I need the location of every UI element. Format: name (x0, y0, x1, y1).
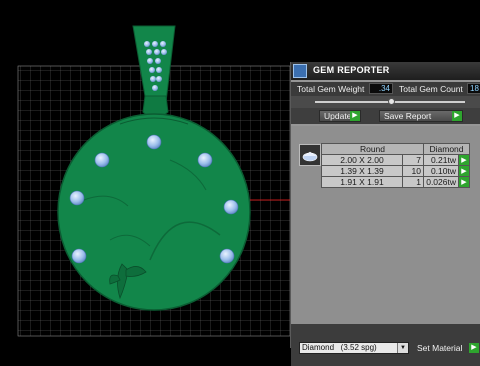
play-arrow-icon[interactable]: ▶ (458, 154, 470, 166)
update-button[interactable]: Update ▶ (319, 110, 361, 122)
viewport-canvas[interactable] (0, 0, 290, 360)
gem-table-header: Round Diamond (321, 143, 470, 155)
gem-list-area: Round Diamond 2.00 X 2.00 7 0.21tw ▶ 1.3… (291, 126, 480, 324)
gem-weight: 0.026tw (423, 176, 459, 188)
material-select-value: Diamond (3.52 spg) (302, 343, 377, 352)
total-gem-weight-value: .34 (369, 83, 393, 94)
totals-row: Total Gem Weight .34 Total Gem Count 18 (291, 82, 480, 96)
total-gem-weight-label: Total Gem Weight (297, 84, 365, 94)
total-gem-count-value: 18 (467, 83, 480, 94)
gem-count: 10 (402, 165, 424, 177)
gem-reporter-icon (293, 64, 307, 78)
play-arrow-icon[interactable]: ▶ (458, 165, 470, 177)
column-header-material: Diamond (423, 143, 470, 155)
gem-size: 1.39 X 1.39 (321, 165, 403, 177)
play-arrow-icon[interactable]: ▶ (458, 176, 470, 188)
button-row: Update ▶ Save Report ▶ (291, 108, 480, 124)
panel-title: GEM REPORTER (313, 65, 390, 75)
gem-reporter-panel: GEM REPORTER Total Gem Weight .34 Total … (290, 62, 480, 366)
save-report-button-label: Save Report (384, 111, 432, 121)
set-material-button-label: Set Material (417, 343, 463, 353)
panel-titlebar[interactable]: GEM REPORTER (291, 62, 480, 80)
update-button-label: Update (324, 111, 352, 121)
set-material-button[interactable]: Set Material ▶ (415, 342, 479, 354)
size-slider[interactable] (291, 96, 480, 108)
gem-weight: 0.10tw (423, 165, 459, 177)
3d-viewport[interactable] (0, 0, 290, 360)
total-gem-count-label: Total Gem Count (399, 84, 463, 94)
column-header-shape: Round (321, 143, 424, 155)
gem-count: 7 (402, 154, 424, 166)
slider-knob[interactable] (388, 98, 395, 105)
diamond-thumbnail-icon[interactable] (299, 144, 321, 166)
chevron-down-icon[interactable]: ▼ (397, 343, 408, 353)
gem-size: 2.00 X 2.00 (321, 154, 403, 166)
save-report-button[interactable]: Save Report ▶ (379, 110, 463, 122)
gem-count: 1 (402, 176, 424, 188)
gem-size: 1.91 X 1.91 (321, 176, 403, 188)
panel-body: Total Gem Weight .34 Total Gem Count 18 … (291, 80, 480, 366)
play-arrow-icon: ▶ (452, 111, 462, 121)
gem-table: Round Diamond 2.00 X 2.00 7 0.21tw ▶ 1.3… (321, 143, 470, 188)
play-arrow-icon: ▶ (469, 343, 479, 353)
play-arrow-icon: ▶ (350, 111, 360, 121)
gem-weight: 0.21tw (423, 154, 459, 166)
table-row[interactable]: 1.39 X 1.39 10 0.10tw ▶ (321, 165, 470, 177)
table-row[interactable]: 2.00 X 2.00 7 0.21tw ▶ (321, 154, 470, 166)
table-row[interactable]: 1.91 X 1.91 1 0.026tw ▶ (321, 176, 470, 188)
material-select[interactable]: Diamond (3.52 spg) ▼ (299, 342, 409, 354)
